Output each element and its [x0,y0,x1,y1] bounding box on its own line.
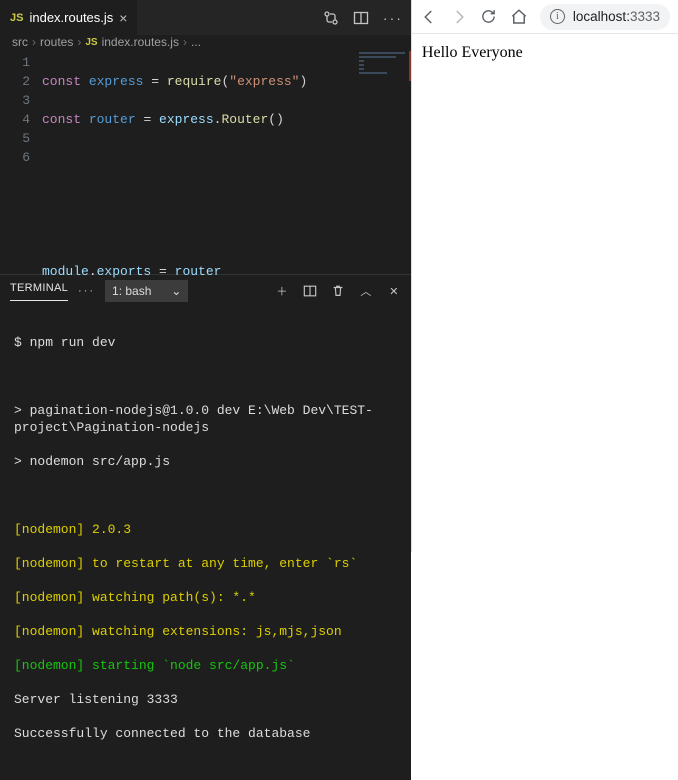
terminal-line: [nodemon] 2.0.3 [14,521,397,538]
code-token: router [89,112,136,127]
terminal-line: [nodemon] watching path(s): *.* [14,589,397,606]
chevron-right-icon: › [32,35,36,49]
code-token: express [89,74,144,89]
js-file-icon: JS [85,37,97,48]
code-token: = [143,74,166,89]
crumb-more[interactable]: ... [191,35,201,49]
line-number: 5 [0,129,30,148]
line-number: 2 [0,72,30,91]
js-file-icon: JS [10,12,23,24]
code-editor[interactable]: 1 2 3 4 5 6 const express = require("exp… [0,49,411,274]
vscode-pane: JS index.routes.js × ··· src › routes › … [0,0,411,552]
code-token: () [268,112,284,127]
line-number: 3 [0,91,30,110]
terminal-panel: TERMINAL ··· 1: bash ⌄ ＋ ︿ ✕ $ npm run d… [0,274,411,780]
breadcrumb[interactable]: src › routes › JS index.routes.js › ... [0,35,411,49]
minimap-overview-marker [409,51,411,81]
line-gutter: 1 2 3 4 5 6 [0,49,42,274]
code-token: const [42,74,81,89]
code-token: = [151,264,174,279]
url-text: localhost:3333 [573,9,660,24]
crumb-src[interactable]: src [12,35,28,49]
close-tab-icon[interactable]: × [119,10,127,26]
terminal-line: > pagination-nodejs@1.0.0 dev E:\Web Dev… [14,402,397,436]
line-number: 1 [0,53,30,72]
editor-tabbar: JS index.routes.js × ··· [0,0,411,35]
crumb-routes[interactable]: routes [40,35,73,49]
code-token: . [89,264,97,279]
code-token: module [42,264,89,279]
code-token: "express" [229,74,299,89]
line-number: 4 [0,110,30,129]
tab-filename: index.routes.js [29,10,113,25]
chevron-right-icon: › [183,35,187,49]
code-token: const [42,112,81,127]
terminal-line: > nodemon src/app.js [14,453,397,470]
code-token: = [136,112,159,127]
tab-actions: ··· [323,10,411,26]
terminal-line: [nodemon] watching extensions: js,mjs,js… [14,623,397,640]
back-button[interactable] [420,8,438,26]
code-token: require [167,74,222,89]
forward-button[interactable] [450,8,468,26]
line-number: 6 [0,148,30,167]
browser-pane: i localhost:3333 Hello Everyone [411,0,678,552]
code-token: express [159,112,214,127]
terminal-line: [nodemon] starting `node src/app.js` [14,657,397,674]
terminal-body[interactable]: $ npm run dev > pagination-nodejs@1.0.0 … [0,307,411,780]
terminal-line: Server listening 3333 [14,691,397,708]
chevron-right-icon: › [77,35,81,49]
code-token: exports [97,264,152,279]
minimap-content [359,52,405,76]
terminal-line: [nodemon] to restart at any time, enter … [14,555,397,572]
git-compare-icon[interactable] [323,10,339,26]
home-button[interactable] [510,8,528,26]
address-bar[interactable]: i localhost:3333 [540,4,670,30]
page-body-text: Hello Everyone [422,44,523,61]
browser-toolbar: i localhost:3333 [412,0,678,34]
terminal-line: $ npm run dev [14,334,397,351]
reload-button[interactable] [480,8,498,26]
crumb-file[interactable]: index.routes.js [102,35,179,49]
site-info-icon[interactable]: i [550,9,565,24]
tab-index-routes[interactable]: JS index.routes.js × [0,0,137,35]
code-token: Router [221,112,268,127]
minimap[interactable] [355,49,411,274]
code-token: ) [299,74,307,89]
terminal-line: Successfully connected to the database [14,725,397,742]
code-token: router [175,264,222,279]
split-editor-icon[interactable] [353,10,369,26]
browser-viewport: Hello Everyone [412,34,678,552]
more-actions-icon[interactable]: ··· [383,10,399,26]
